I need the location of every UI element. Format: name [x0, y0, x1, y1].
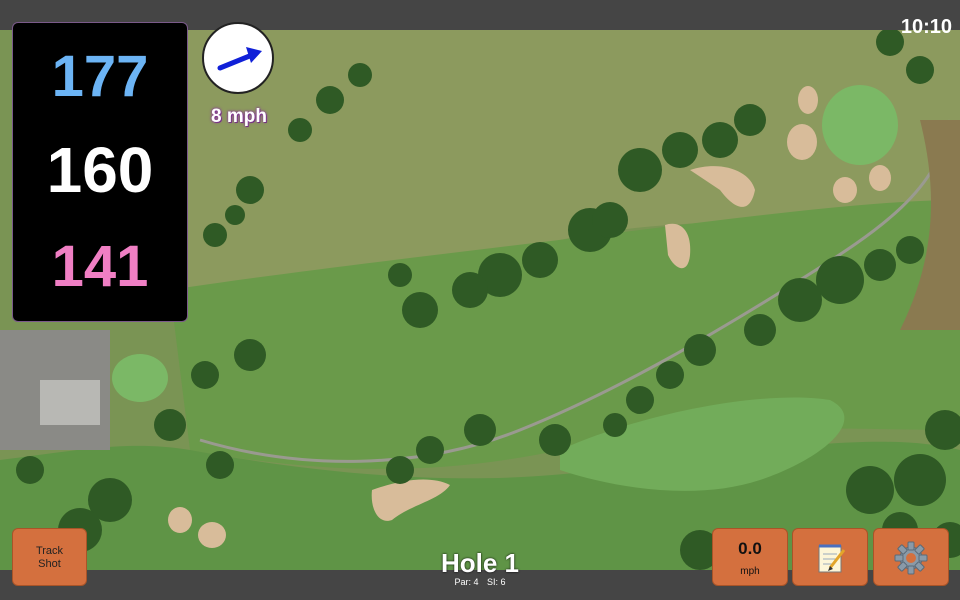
wind-indicator: [202, 22, 274, 94]
hole-title: Hole 1: [440, 548, 520, 578]
distance-back: 177: [51, 44, 149, 109]
track-shot-label-text: Track Shot: [35, 545, 64, 570]
status-clock: 10:10: [900, 16, 952, 38]
distance-middle: 160: [46, 134, 154, 206]
speed-button[interactable]: 0.0 mph: [712, 528, 788, 586]
hole-stroke-index: SI: 6: [487, 577, 506, 587]
distance-panel: 177 160 141: [12, 22, 188, 322]
distance-front: 141: [51, 234, 149, 299]
hole-par: Par: 4: [454, 577, 479, 587]
notepad-icon: [818, 544, 846, 573]
wind-speed: 8 mph: [211, 106, 267, 127]
wind-direction-arrow-icon: [217, 47, 262, 71]
settings-button[interactable]: [873, 528, 949, 586]
notes-button[interactable]: [792, 528, 868, 586]
hole-info: Par: 4 SI: 6: [380, 577, 580, 587]
gear-icon: [894, 541, 928, 575]
speed-unit: mph: [740, 566, 760, 577]
track-shot-label: Track Shot: [13, 545, 86, 571]
track-shot-button[interactable]: Track Shot: [12, 528, 87, 586]
speed-value: 0.0: [738, 539, 762, 558]
